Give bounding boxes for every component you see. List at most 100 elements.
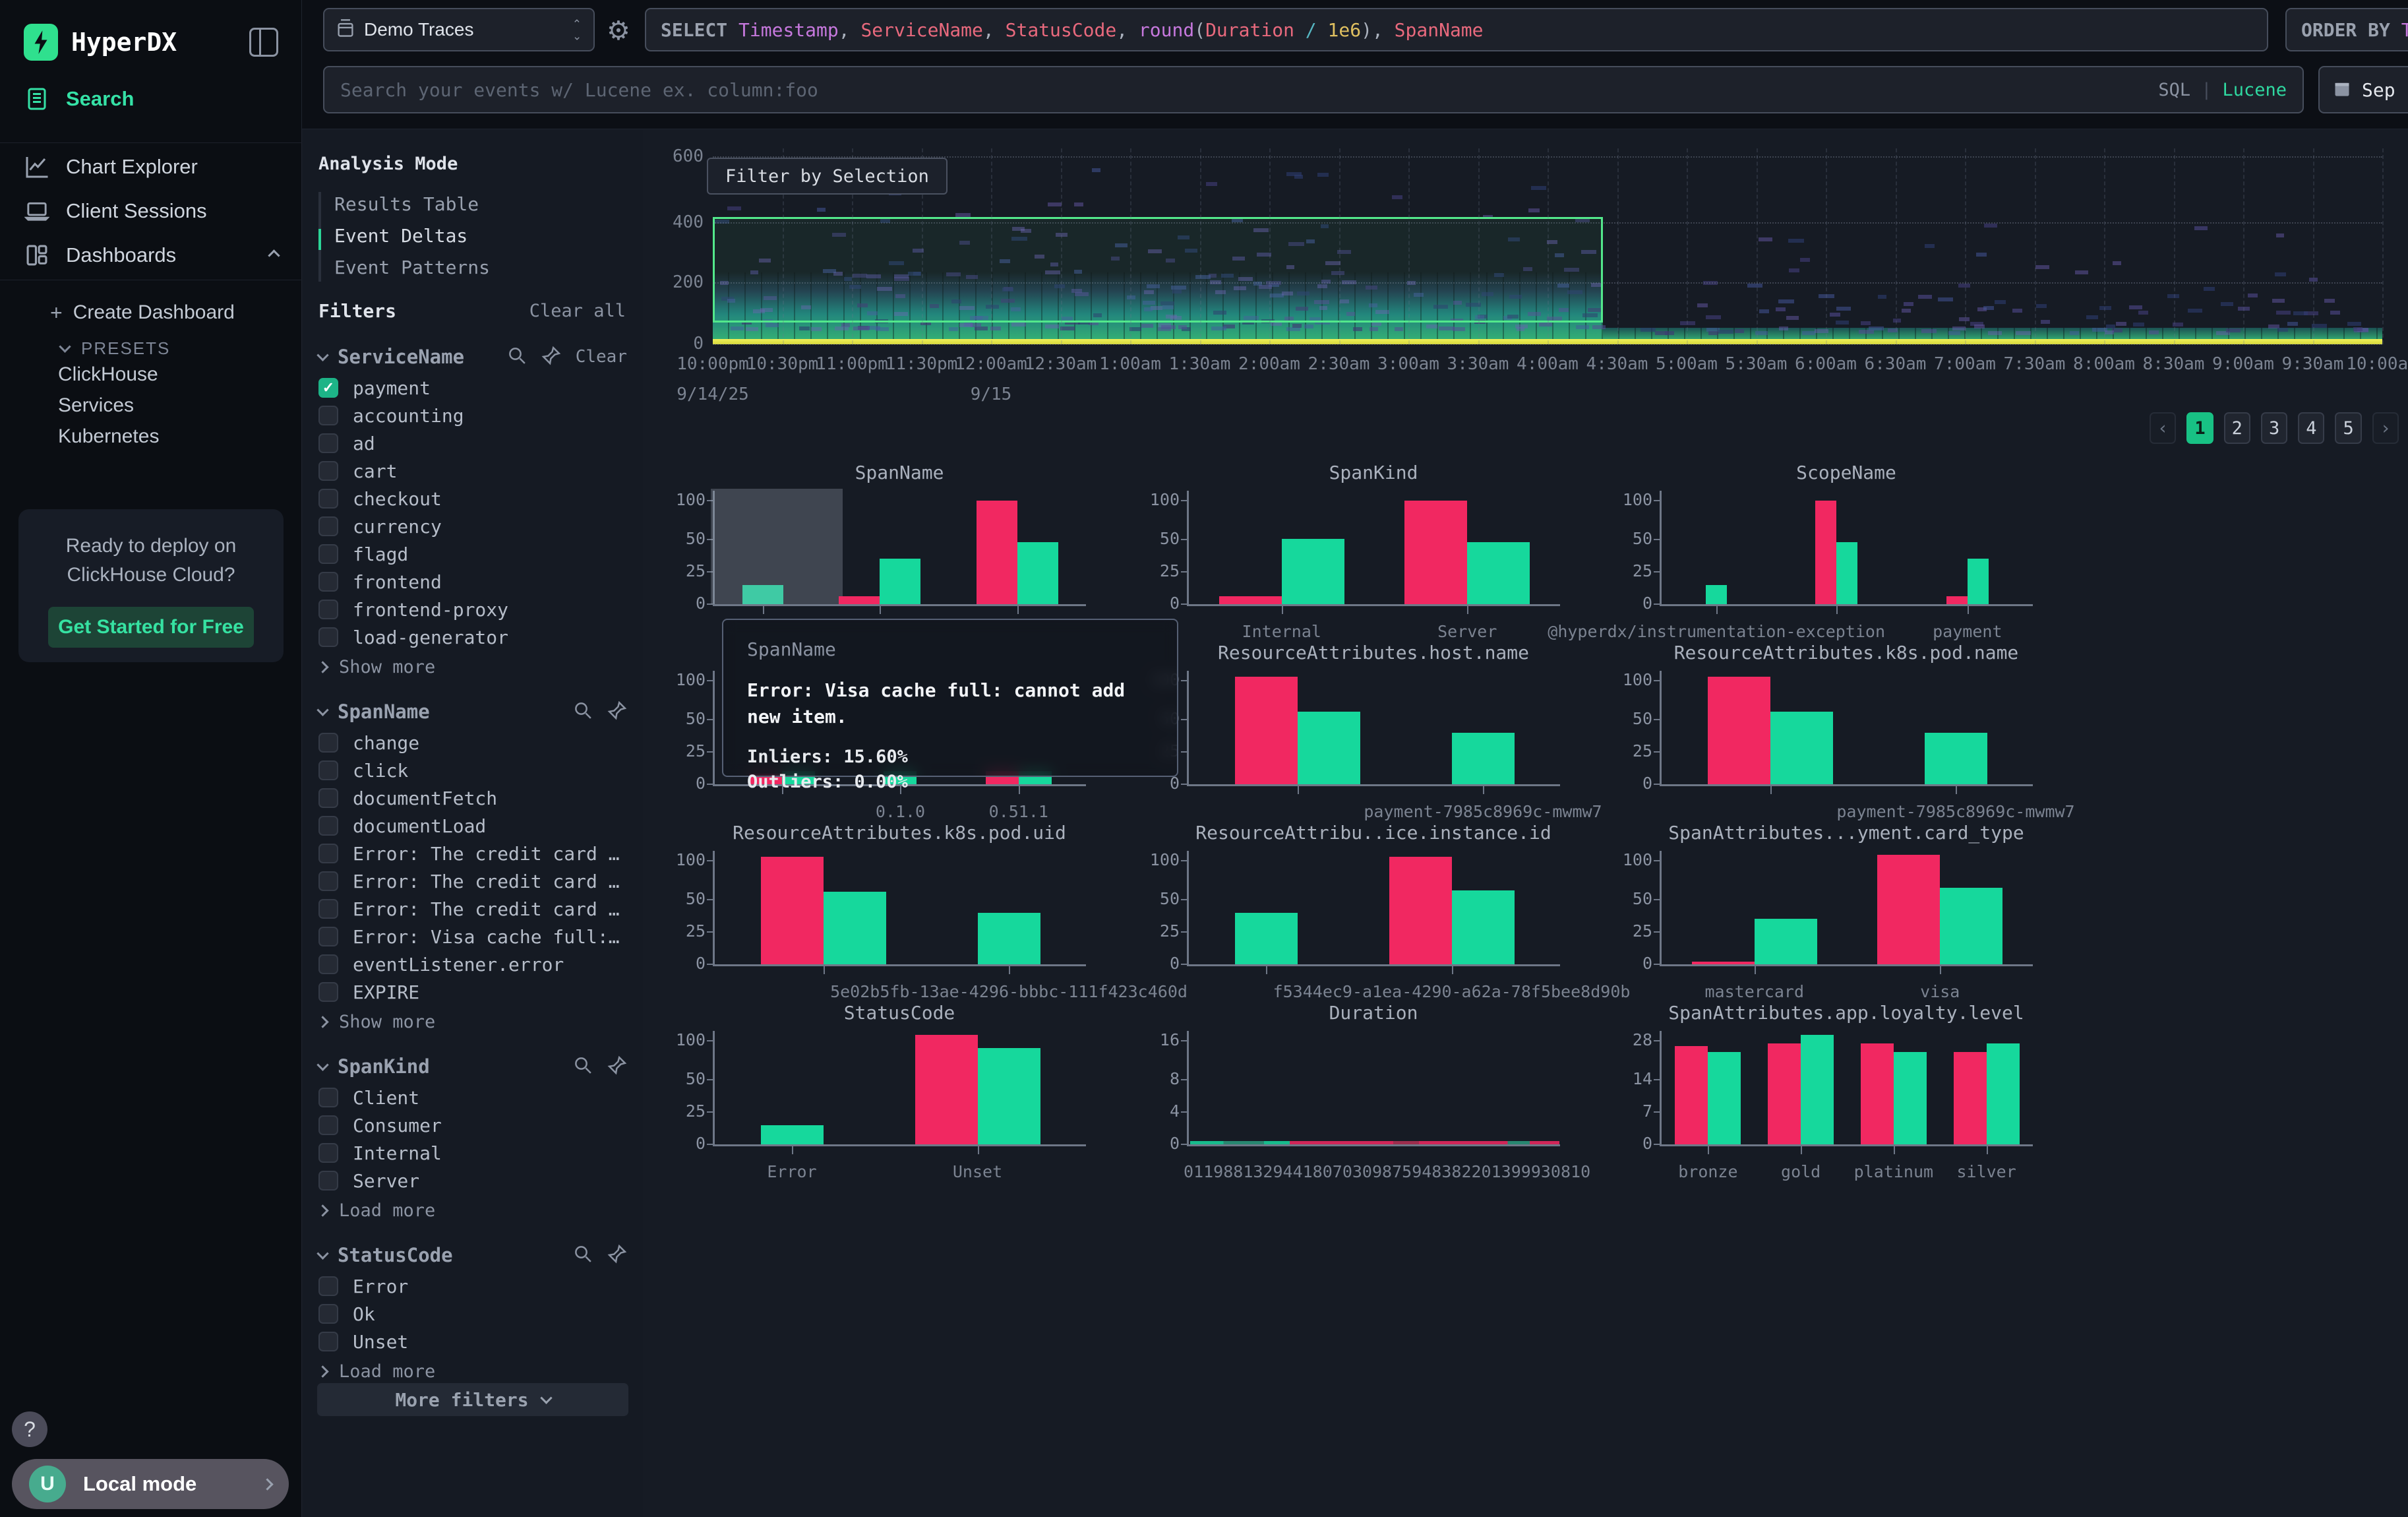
inliers-bar[interactable] xyxy=(1801,1035,1834,1144)
checkbox[interactable] xyxy=(318,844,338,863)
show-more-button[interactable]: Show more xyxy=(318,651,627,683)
filter-option[interactable]: cart xyxy=(318,457,627,485)
chevron-down-icon[interactable] xyxy=(316,349,328,361)
filter-section-name[interactable]: SpanName xyxy=(338,700,430,723)
more-filters-button[interactable]: More filters xyxy=(317,1383,628,1416)
checkbox[interactable] xyxy=(318,461,338,481)
outliers-bar[interactable] xyxy=(1861,1043,1894,1144)
search-icon[interactable] xyxy=(573,1055,593,1078)
checkbox[interactable] xyxy=(318,433,338,453)
outliers-bar[interactable] xyxy=(839,596,880,604)
analysis-mode-event-deltas[interactable]: Event Deltas xyxy=(318,220,622,251)
filter-option[interactable]: Server xyxy=(318,1167,627,1194)
pagination-page-1[interactable]: 1 xyxy=(2186,412,2213,444)
sidebar-item-search[interactable]: Search xyxy=(0,78,302,119)
checkbox-checked[interactable]: ✓ xyxy=(318,378,338,398)
filter-option[interactable]: ✓payment xyxy=(318,374,627,402)
select-query-input[interactable]: SELECT Timestamp, ServiceName, StatusCod… xyxy=(645,8,2268,51)
filter-option[interactable]: documentFetch xyxy=(318,784,627,812)
clear-all-button[interactable]: Clear all xyxy=(529,301,626,321)
filter-option[interactable]: Error xyxy=(318,1272,627,1300)
filter-option[interactable]: accounting xyxy=(318,402,627,429)
outliers-bar[interactable] xyxy=(1768,1043,1801,1144)
outliers-bar[interactable] xyxy=(1675,1046,1708,1144)
pin-icon[interactable] xyxy=(541,346,561,369)
outliers-bar[interactable] xyxy=(1708,677,1770,784)
filter-option[interactable]: frontend-proxy xyxy=(318,596,627,623)
inliers-bar[interactable] xyxy=(1987,1043,2020,1144)
show-more-button[interactable]: Load more xyxy=(318,1194,627,1226)
filter-section-name[interactable]: StatusCode xyxy=(338,1244,453,1266)
filter-option[interactable]: Error: Visa cache full: … xyxy=(318,923,627,950)
filter-option[interactable]: flagd xyxy=(318,540,627,568)
inliers-bar[interactable] xyxy=(1894,1052,1927,1145)
source-select[interactable]: Demo Traces ⌃⌃ xyxy=(323,8,595,51)
outliers-bar[interactable] xyxy=(1815,501,1836,605)
heatmap-plot[interactable] xyxy=(713,148,2382,344)
heatmap-selection-rect[interactable] xyxy=(713,217,1603,323)
filter-option[interactable]: documentLoad xyxy=(318,812,627,840)
help-button[interactable]: ? xyxy=(12,1411,47,1447)
filter-option[interactable]: click xyxy=(318,757,627,784)
search-icon[interactable] xyxy=(573,1244,593,1267)
inliers-bar[interactable] xyxy=(1968,559,1989,604)
filter-section-name[interactable]: ServiceName xyxy=(338,346,464,368)
checkbox[interactable] xyxy=(318,1276,338,1296)
sql-toggle[interactable]: SQL xyxy=(2158,80,2190,100)
checkbox[interactable] xyxy=(318,733,338,753)
search-icon[interactable] xyxy=(573,700,593,724)
checkbox[interactable] xyxy=(318,544,338,564)
checkbox[interactable] xyxy=(318,954,338,974)
inliers-bar[interactable] xyxy=(761,1125,824,1144)
outliers-bar[interactable] xyxy=(1404,501,1467,605)
show-more-button[interactable]: Load more xyxy=(318,1355,627,1387)
preset-kubernetes[interactable]: Kubernetes xyxy=(0,418,302,455)
pagination-page-5[interactable]: 5 xyxy=(2335,412,2361,444)
checkbox[interactable] xyxy=(318,1304,338,1324)
filter-option[interactable]: Unset xyxy=(318,1328,627,1355)
checkbox[interactable] xyxy=(318,1088,338,1107)
sidebar-collapse-icon[interactable] xyxy=(249,28,278,57)
pin-icon[interactable] xyxy=(607,700,627,724)
inliers-bar[interactable] xyxy=(1017,542,1058,604)
analysis-mode-event-patterns[interactable]: Event Patterns xyxy=(318,251,622,283)
checkbox[interactable] xyxy=(318,572,338,592)
inliers-bar[interactable] xyxy=(978,913,1040,964)
date-range-picker[interactable]: Sep 14 22:04:35 - Sep 15 10:04:35 xyxy=(2318,66,2408,113)
filter-option[interactable]: Ok xyxy=(318,1300,627,1328)
sidebar-item-dashboards[interactable]: Dashboards xyxy=(0,235,302,276)
filter-option[interactable]: eventListener.error xyxy=(318,950,627,978)
inliers-bar[interactable] xyxy=(1452,733,1515,784)
show-more-button[interactable]: Show more xyxy=(318,1006,627,1037)
outliers-bar[interactable] xyxy=(915,1035,978,1144)
inliers-bar[interactable] xyxy=(1452,890,1515,964)
checkbox[interactable] xyxy=(318,1171,338,1191)
filter-option[interactable]: checkout xyxy=(318,485,627,512)
inliers-bar[interactable] xyxy=(1282,539,1344,604)
pagination-page-2[interactable]: 2 xyxy=(2224,412,2250,444)
pagination-page-3[interactable]: 3 xyxy=(2261,412,2287,444)
search-input[interactable] xyxy=(340,79,2158,101)
outliers-bar[interactable] xyxy=(1219,596,1282,604)
outliers-bar[interactable] xyxy=(1389,857,1452,964)
filter-option[interactable]: load-generator xyxy=(318,623,627,651)
checkbox[interactable] xyxy=(318,489,338,509)
outliers-bar[interactable] xyxy=(1235,677,1298,784)
filter-by-selection-button[interactable]: Filter by Selection xyxy=(707,158,948,195)
filter-option[interactable]: change xyxy=(318,729,627,757)
sidebar-item-chart-explorer[interactable]: Chart Explorer xyxy=(0,146,302,187)
filter-option[interactable]: Client xyxy=(318,1084,627,1111)
user-menu[interactable]: U Local mode xyxy=(12,1459,289,1509)
filter-option[interactable]: frontend xyxy=(318,568,627,596)
inliers-bar[interactable] xyxy=(1755,919,1817,964)
checkbox[interactable] xyxy=(318,627,338,647)
filter-option[interactable]: EXPIRE xyxy=(318,978,627,1006)
checkbox[interactable] xyxy=(318,871,338,891)
get-started-button[interactable]: Get Started for Free xyxy=(48,607,254,648)
outliers-bar[interactable] xyxy=(977,501,1017,605)
inliers-bar[interactable] xyxy=(1770,712,1833,784)
inliers-bar[interactable] xyxy=(1298,712,1360,784)
checkbox[interactable] xyxy=(318,982,338,1002)
outliers-bar[interactable] xyxy=(1877,855,1940,964)
checkbox[interactable] xyxy=(318,788,338,808)
